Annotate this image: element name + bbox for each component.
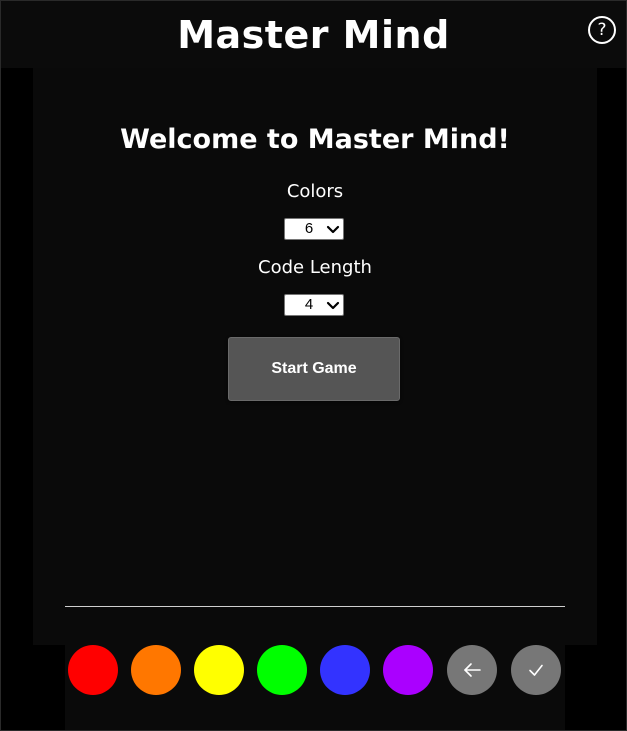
colors-select-value: 6 xyxy=(304,220,314,237)
peg-purple[interactable] xyxy=(383,645,433,695)
arrow-left-icon xyxy=(464,663,481,677)
submit-guess-button[interactable] xyxy=(511,645,561,695)
start-game-button[interactable]: Start Game xyxy=(228,337,400,401)
divider xyxy=(65,606,565,607)
peg-green[interactable] xyxy=(257,645,307,695)
colors-select[interactable]: 6 xyxy=(284,218,344,240)
chevron-down-icon xyxy=(326,301,340,310)
peg-red[interactable] xyxy=(68,645,118,695)
help-icon: ? xyxy=(597,20,607,40)
peg-yellow[interactable] xyxy=(194,645,244,695)
header-bar: Master Mind ? xyxy=(0,0,627,68)
welcome-heading: Welcome to Master Mind! xyxy=(120,124,510,155)
chevron-down-icon xyxy=(326,225,340,234)
setup-panel: Welcome to Master Mind! Colors 6 Code Le… xyxy=(33,68,597,645)
peg-orange[interactable] xyxy=(131,645,181,695)
code-length-label: Code Length xyxy=(258,257,372,278)
master-mind-page: Master Mind ? Welcome to Master Mind! Co… xyxy=(0,0,627,731)
check-icon xyxy=(529,664,543,676)
code-length-select[interactable]: 4 xyxy=(284,294,344,316)
colors-label: Colors xyxy=(286,181,344,202)
peg-blue[interactable] xyxy=(320,645,370,695)
color-palette xyxy=(65,645,565,731)
code-length-select-value: 4 xyxy=(304,296,314,313)
help-button[interactable]: ? xyxy=(588,16,616,44)
page-title: Master Mind xyxy=(177,13,450,57)
backspace-button[interactable] xyxy=(447,645,497,695)
